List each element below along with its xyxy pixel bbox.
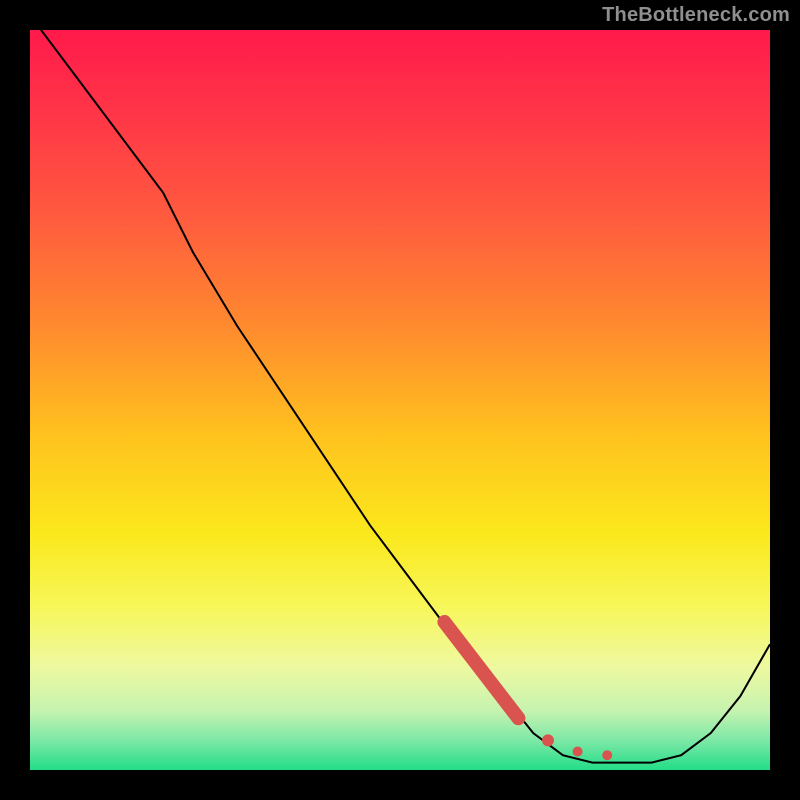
highlight-dot bbox=[573, 747, 583, 757]
bottleneck-chart bbox=[30, 30, 770, 770]
watermark-text: TheBottleneck.com bbox=[602, 4, 790, 27]
highlight-dot bbox=[602, 750, 612, 760]
highlight-dot bbox=[542, 734, 554, 746]
outer-frame: TheBottleneck.com bbox=[0, 0, 800, 800]
chart-area bbox=[30, 30, 770, 770]
gradient-background bbox=[30, 30, 770, 770]
